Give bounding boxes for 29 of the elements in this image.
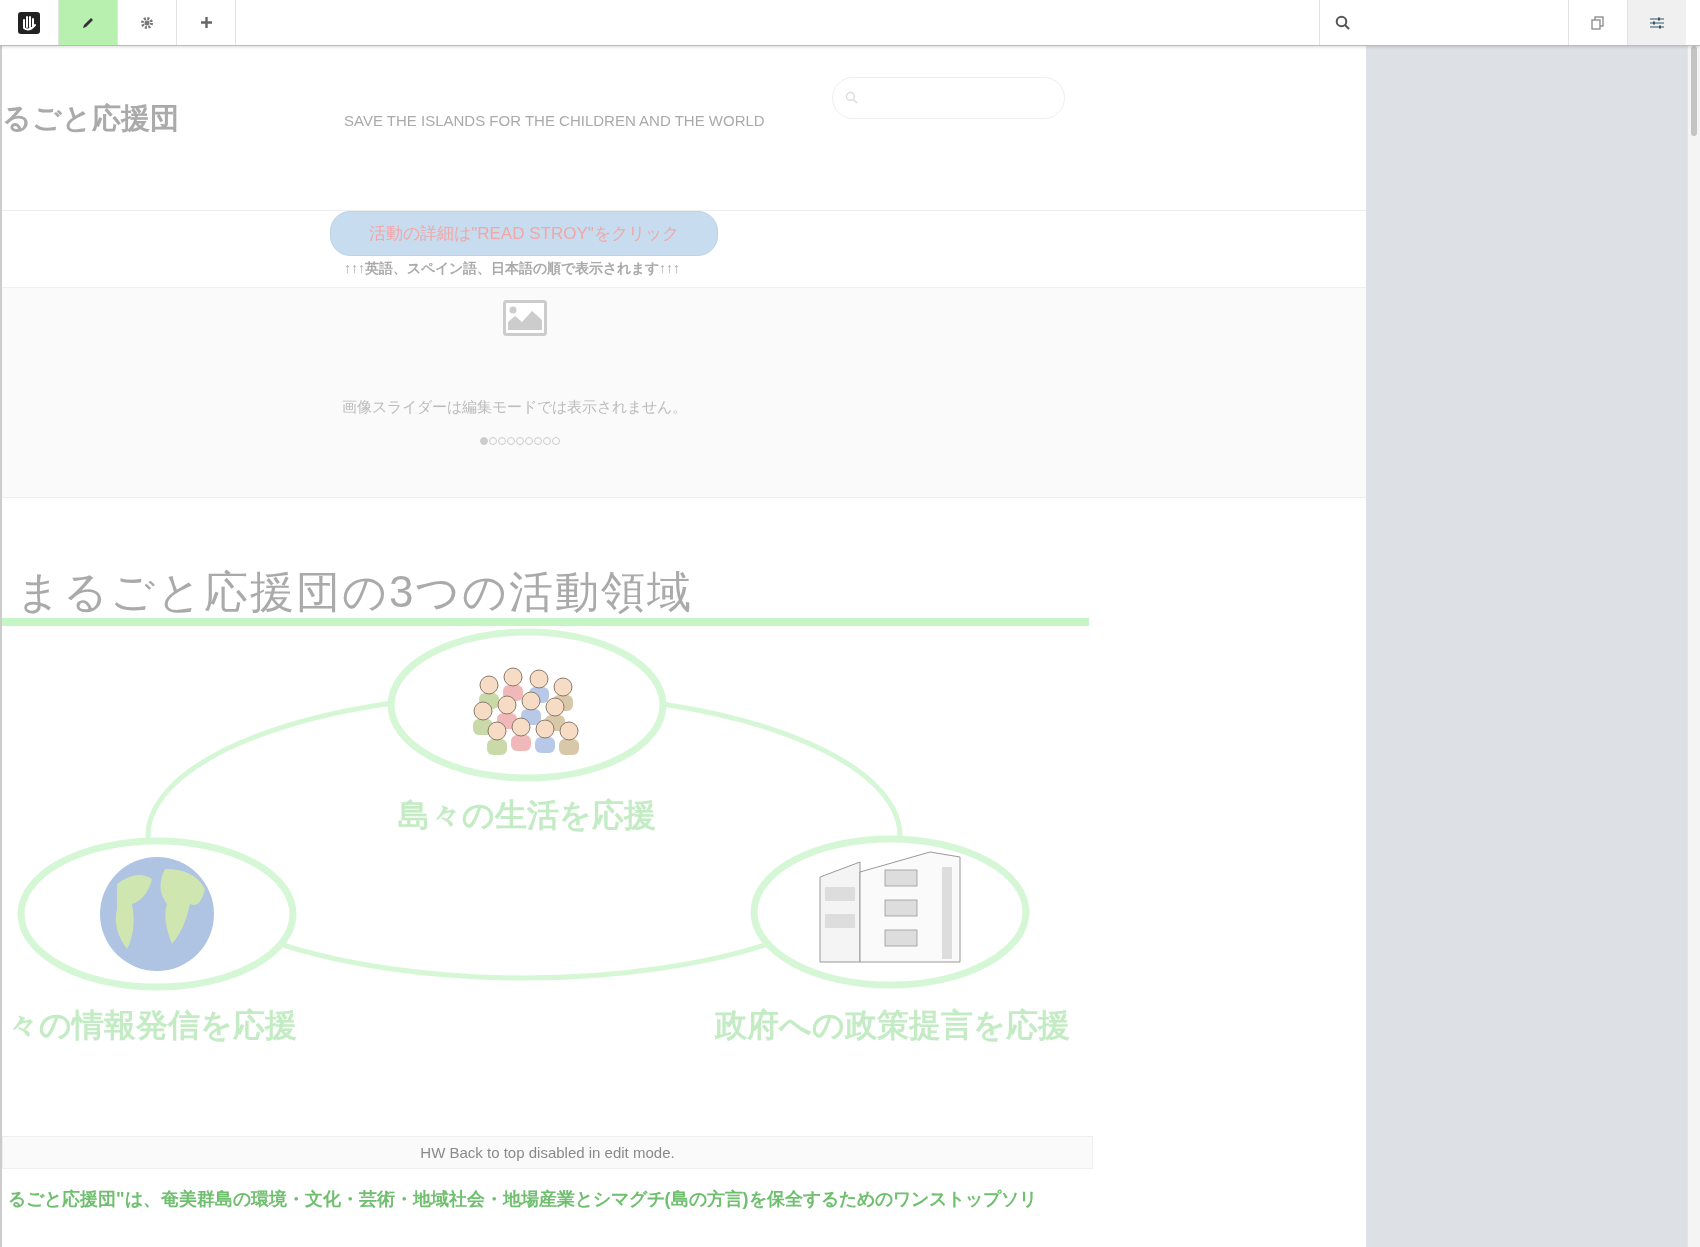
slider-message: 画像スライダーは編集モードでは表示されません。 — [342, 398, 687, 417]
pencil-icon — [81, 15, 95, 30]
section-heading: まるごと応援団の3つの活動領域 — [15, 566, 695, 618]
settings-button[interactable] — [118, 0, 177, 45]
tagline: SAVE THE ISLANDS FOR THE CHILDREN AND THE WORLD — [344, 112, 766, 129]
slide-dot[interactable] — [480, 437, 488, 445]
node-label: 島々の生活を応援 — [397, 796, 657, 835]
description-text: るごと応援団"は、奄美群島の環境・文化・芸術・地域社会・地場産業とシマグチ(島の方言)を保全するためのワンストップソリ — [7, 1188, 1038, 1211]
node-label: 々の情報発信を応援 — [6, 1006, 298, 1045]
gear-icon — [140, 15, 154, 30]
globe-icon — [100, 857, 214, 971]
pages-button[interactable] — [1568, 0, 1627, 45]
scrollbar[interactable] — [1687, 46, 1700, 1247]
logo-button[interactable] — [0, 0, 59, 45]
site-title[interactable]: るごと応援団 — [2, 99, 344, 139]
add-button[interactable] — [177, 0, 236, 45]
node-label: 政府への政策提言を応援 — [713, 1006, 1071, 1045]
hand-logo-icon — [18, 11, 40, 34]
copy-icon — [1590, 14, 1606, 31]
back-to-top-bar: HW Back to top disabled in edit mode. — [2, 1136, 1093, 1169]
building-icon — [819, 851, 961, 963]
sliders-icon — [1649, 15, 1665, 30]
search-icon — [845, 91, 858, 104]
language-note: ↑↑↑英語、スペイン語、日本語の順で表示されます↑↑↑ — [344, 260, 680, 278]
search-icon — [1335, 14, 1351, 31]
read-story-button[interactable]: 活動の詳細は"READ STROY"をクリック — [330, 211, 718, 256]
plus-icon — [199, 16, 213, 29]
image-icon — [503, 300, 547, 336]
options-button[interactable] — [1627, 0, 1686, 45]
